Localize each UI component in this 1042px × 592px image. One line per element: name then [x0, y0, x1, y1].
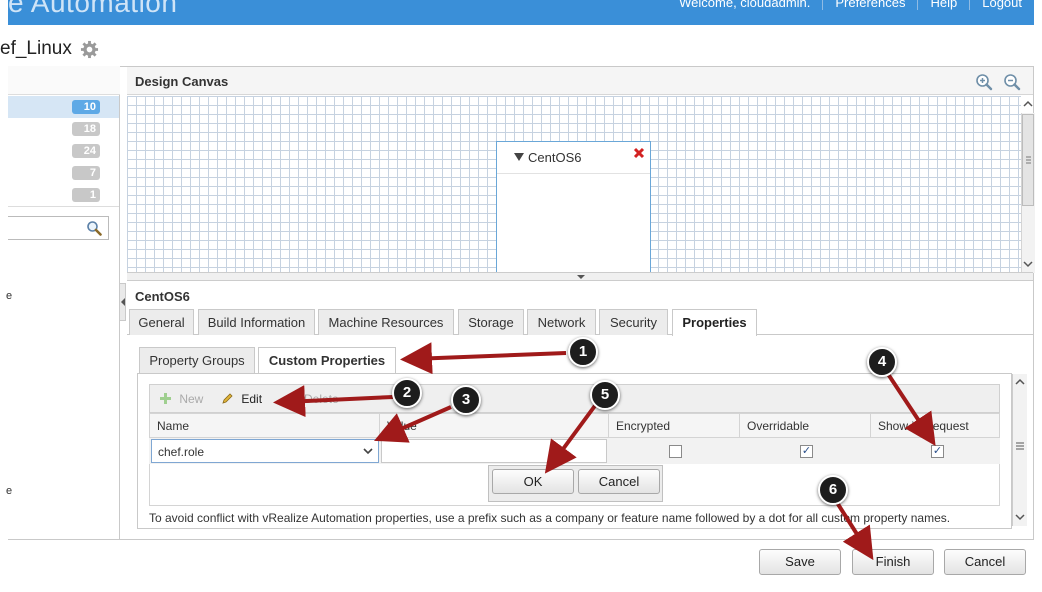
arrow-4	[886, 372, 936, 447]
arrow-5	[544, 401, 599, 474]
arrow-1	[400, 342, 567, 375]
arrow-3	[374, 405, 452, 443]
callout-4: 4	[867, 347, 897, 377]
callout-3: 3	[451, 385, 481, 415]
annotation-arrows	[273, 342, 936, 561]
arrow-6	[834, 499, 874, 561]
callout-2: 2	[392, 378, 422, 408]
callout-6: 6	[818, 475, 848, 505]
callout-5: 5	[590, 380, 620, 410]
arrow-2	[273, 385, 394, 418]
callout-1: 1	[568, 337, 598, 367]
